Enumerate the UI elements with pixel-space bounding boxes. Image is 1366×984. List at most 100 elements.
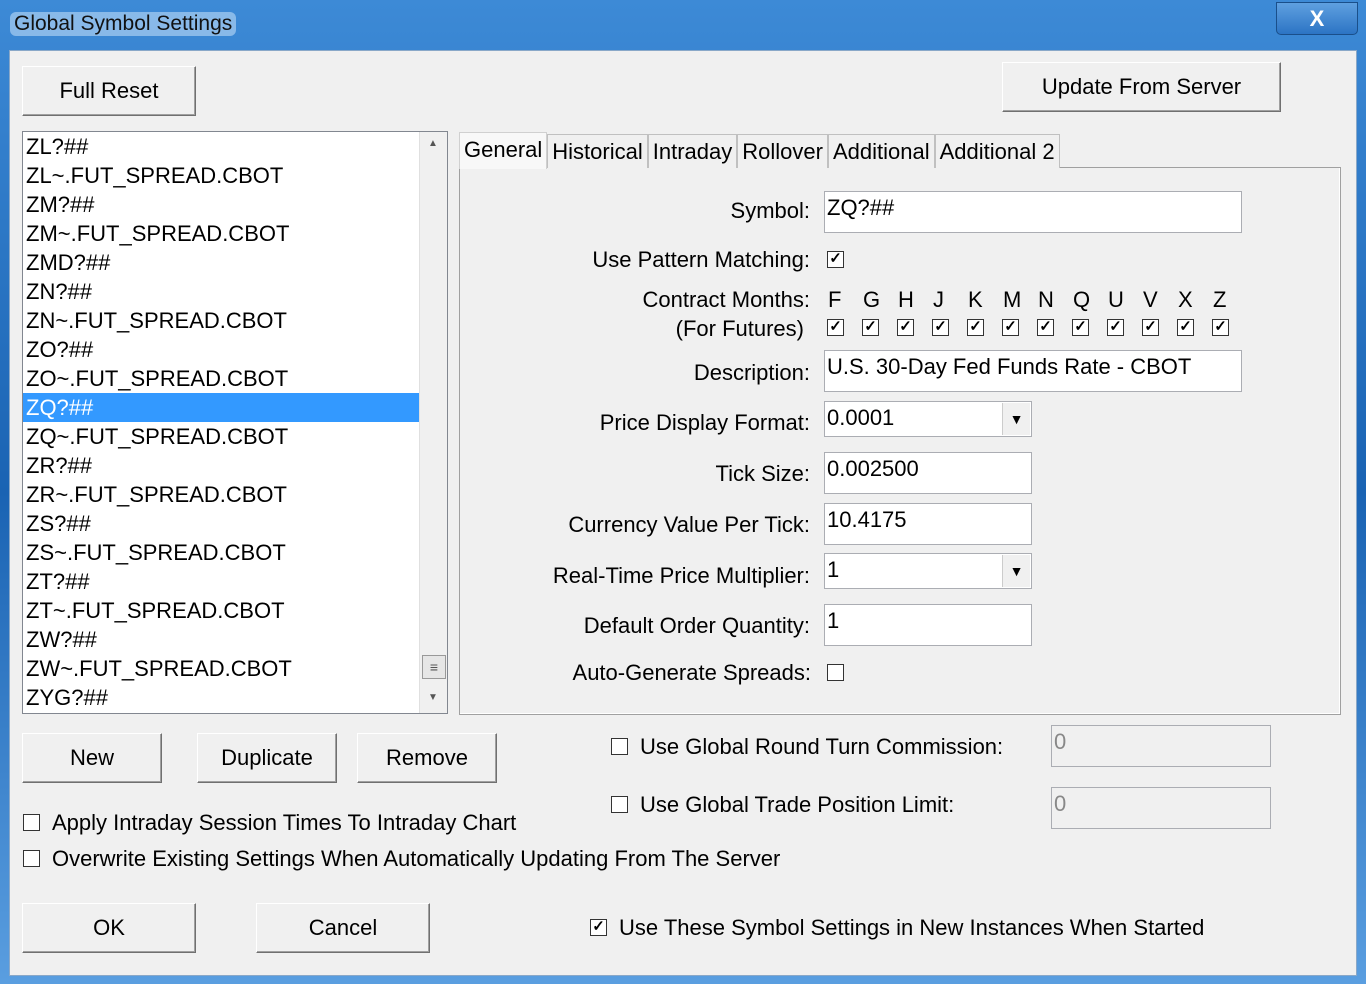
symbol-list-item[interactable]: ZO~.FUT_SPREAD.CBOT — [23, 364, 447, 393]
month-letter: J — [933, 287, 944, 312]
tab-bar: General Historical Intraday Rollover Additio… — [459, 132, 1060, 169]
month-letter: Q — [1073, 287, 1091, 312]
tab-rollover[interactable]: Rollover — [737, 134, 828, 168]
close-button[interactable]: X — [1276, 2, 1358, 35]
tab-general[interactable]: General — [459, 132, 548, 169]
month-letter: H — [898, 287, 914, 312]
chevron-down-icon[interactable]: ▼ — [1002, 403, 1030, 435]
month-checkbox[interactable]: ✓ — [1142, 319, 1159, 336]
dialog-window: Global Symbol Settings X Full Reset Upda… — [0, 0, 1366, 984]
symbol-list-item[interactable]: ZW~.FUT_SPREAD.CBOT — [23, 654, 447, 683]
symbol-list-item[interactable]: ZMD?## — [23, 248, 447, 277]
symbol-input[interactable]: ZQ?## — [824, 191, 1242, 233]
session-times-checkbox[interactable] — [23, 814, 40, 831]
month-letter: V — [1143, 287, 1158, 312]
pattern-matching-checkbox[interactable]: ✓ — [827, 251, 844, 268]
month-letter: X — [1178, 287, 1193, 312]
symbol-list-item[interactable]: ZR?## — [23, 451, 447, 480]
trade-position-limit-input[interactable]: 0 — [1051, 787, 1271, 829]
months-label-futures: (For Futures) — [675, 316, 804, 341]
auto-spreads-label: Auto-Generate Spreads: — [572, 660, 811, 685]
overwrite-settings-checkbox[interactable] — [23, 850, 40, 867]
symbol-list-item[interactable]: ZL~.FUT_SPREAD.CBOT — [23, 161, 447, 190]
month-letter: M — [1003, 287, 1022, 312]
symbol-list-item[interactable]: ZM~.FUT_SPREAD.CBOT — [23, 219, 447, 248]
symbol-list-item[interactable]: ZN~.FUT_SPREAD.CBOT — [23, 306, 447, 335]
description-label: Description: — [693, 360, 810, 385]
symbol-list-item[interactable]: ZM?## — [23, 190, 447, 219]
month-checkbox[interactable]: ✓ — [862, 319, 879, 336]
round-turn-commission-input[interactable]: 0 — [1051, 725, 1271, 767]
price-format-value: 0.0001 — [827, 405, 895, 430]
new-instances-checkbox[interactable]: ✓ — [590, 919, 607, 936]
tab-intraday[interactable]: Intraday — [647, 134, 738, 168]
auto-spreads-checkbox[interactable] — [827, 664, 844, 681]
tick-size-label: Tick Size: — [715, 461, 810, 486]
symbol-list-item[interactable]: ZR~.FUT_SPREAD.CBOT — [23, 480, 447, 509]
symbol-list[interactable]: ZL?## ZL~.FUT_SPREAD.CBOT ZM?## ZM~.FUT_SPR… — [22, 131, 448, 714]
new-instances-label: Use These Symbol Settings in New Instanc… — [619, 915, 1205, 940]
symbol-list-item[interactable]: ZL?## — [23, 132, 447, 161]
symbol-list-item[interactable]: ZS~.FUT_SPREAD.CBOT — [23, 538, 447, 567]
currency-per-tick-label: Currency Value Per Tick: — [568, 512, 810, 537]
order-qty-input[interactable]: 1 — [824, 604, 1032, 646]
window-title: Global Symbol Settings — [10, 12, 237, 36]
symbol-list-item[interactable]: ZT~.FUT_SPREAD.CBOT — [23, 596, 447, 625]
month-letter: N — [1038, 287, 1054, 312]
symbol-list-item[interactable]: ZS?## — [23, 509, 447, 538]
description-input[interactable]: U.S. 30-Day Fed Funds Rate - CBOT — [824, 350, 1242, 392]
symbol-list-item[interactable]: ZQ?## — [23, 393, 447, 422]
full-reset-button[interactable]: Full Reset — [22, 66, 196, 116]
symbol-list-item[interactable]: ZO?## — [23, 335, 447, 364]
symbol-label: Symbol: — [730, 198, 810, 223]
month-checkbox[interactable]: ✓ — [827, 319, 844, 336]
tab-additional[interactable]: Additional — [827, 134, 935, 168]
trade-position-limit-label: Use Global Trade Position Limit: — [640, 792, 955, 817]
month-letter: K — [968, 287, 983, 312]
month-checkbox[interactable]: ✓ — [1002, 319, 1019, 336]
month-checkbox[interactable]: ✓ — [897, 319, 914, 336]
month-letter: U — [1108, 287, 1124, 312]
symbol-list-item[interactable]: ZQ~.FUT_SPREAD.CBOT — [23, 422, 447, 451]
update-from-server-button[interactable]: Update From Server — [1002, 62, 1281, 112]
new-button[interactable]: New — [22, 733, 162, 783]
chevron-down-icon[interactable]: ▼ — [1002, 555, 1030, 587]
overwrite-settings-label: Overwrite Existing Settings When Automat… — [52, 846, 781, 871]
symbol-list-item[interactable]: ZW?## — [23, 625, 447, 654]
scroll-down-icon[interactable]: ▼ — [428, 692, 438, 703]
order-qty-label: Default Order Quantity: — [583, 613, 810, 638]
round-turn-commission-checkbox[interactable] — [611, 738, 628, 755]
month-checkbox[interactable]: ✓ — [932, 319, 949, 336]
cancel-button[interactable]: Cancel — [256, 903, 430, 953]
currency-per-tick-input[interactable]: 10.4175 — [824, 503, 1032, 545]
round-turn-commission-label: Use Global Round Turn Commission: — [640, 734, 1004, 759]
trade-position-limit-checkbox[interactable] — [611, 796, 628, 813]
month-checkbox[interactable]: ✓ — [1037, 319, 1054, 336]
symbol-list-item[interactable]: ZT?## — [23, 567, 447, 596]
ok-button[interactable]: OK — [22, 903, 196, 953]
duplicate-button[interactable]: Duplicate — [197, 733, 337, 783]
tab-additional-2[interactable]: Additional 2 — [934, 134, 1060, 168]
price-format-label: Price Display Format: — [599, 410, 810, 435]
multiplier-label: Real-Time Price Multiplier: — [552, 563, 810, 588]
price-format-select[interactable]: 0.0001 ▼ — [824, 401, 1032, 437]
multiplier-select[interactable]: 1 ▼ — [824, 553, 1032, 589]
month-letter: G — [863, 287, 881, 312]
month-checkbox[interactable]: ✓ — [967, 319, 984, 336]
month-checkbox[interactable]: ✓ — [1107, 319, 1124, 336]
month-checkbox[interactable]: ✓ — [1212, 319, 1229, 336]
scroll-up-icon[interactable]: ▲ — [428, 138, 438, 149]
symbol-list-item[interactable]: ZN?## — [23, 277, 447, 306]
symbol-list-item[interactable]: ZYG?## — [23, 683, 447, 712]
tick-size-input[interactable]: 0.002500 — [824, 452, 1032, 494]
month-checkbox[interactable]: ✓ — [1177, 319, 1194, 336]
pattern-label: Use Pattern Matching: — [592, 247, 810, 272]
tab-historical[interactable]: Historical — [547, 134, 648, 168]
month-checkbox[interactable]: ✓ — [1072, 319, 1089, 336]
client-area: Full Reset Update From Server ZL?## ZL~.F… — [9, 50, 1357, 976]
month-letter: Z — [1213, 287, 1227, 312]
month-letter: F — [828, 287, 842, 312]
session-times-label: Apply Intraday Session Times To Intraday… — [52, 810, 517, 835]
multiplier-value: 1 — [827, 557, 840, 582]
remove-button[interactable]: Remove — [357, 733, 497, 783]
